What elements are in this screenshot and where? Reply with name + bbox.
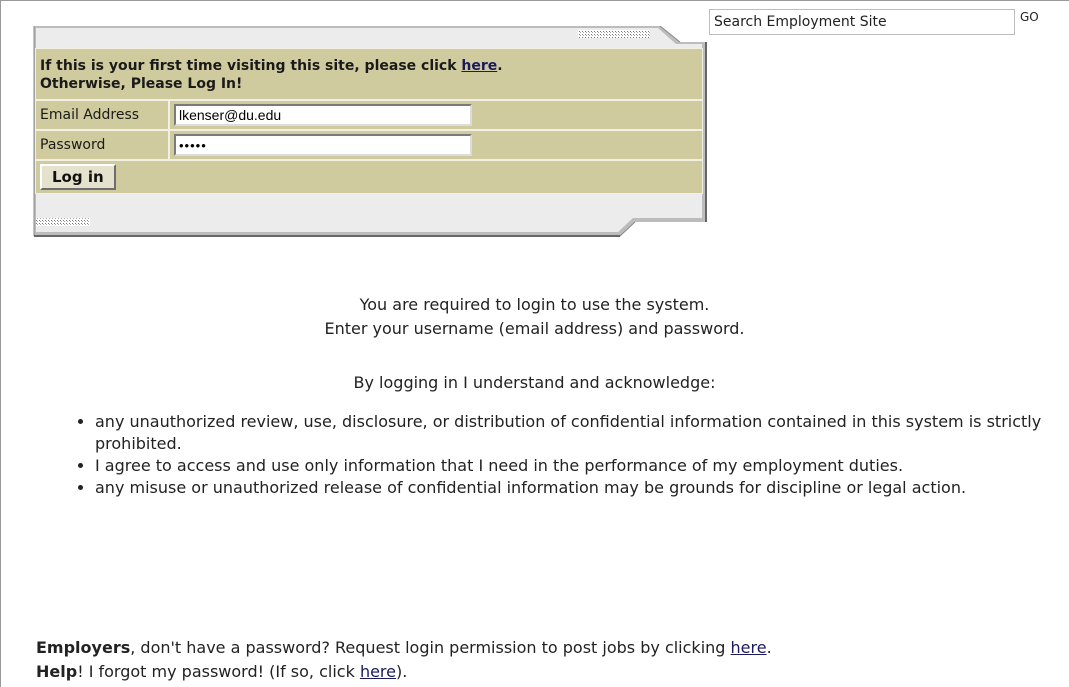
list-item: any unauthorized review, use, disclosure…: [95, 411, 1069, 455]
help-label: Help: [36, 662, 78, 681]
login-required-notice: You are required to login to use the sys…: [359, 295, 710, 314]
login-prompt: If this is your first time visiting this…: [35, 48, 703, 100]
login-form: If this is your first time visiting this…: [35, 48, 703, 194]
employers-line: Employers, don't have a password? Reques…: [36, 637, 772, 659]
login-panel: If this is your first time visiting this…: [30, 22, 708, 242]
list-item: any misuse or unauthorized release of co…: [95, 477, 1069, 499]
login-button-cell: Log in: [35, 160, 703, 194]
search-go-button[interactable]: GO: [1020, 10, 1039, 24]
email-field[interactable]: [174, 104, 472, 126]
help-end: ).: [396, 662, 408, 681]
login-button[interactable]: Log in: [40, 164, 116, 190]
acknowledge-heading: By logging in I understand and acknowled…: [353, 373, 716, 392]
email-field-cell: [169, 100, 703, 130]
first-visit-link[interactable]: here: [461, 58, 497, 74]
page-border-top: [0, 0, 1069, 1]
help-text: ! I forgot my password! (If so, click: [77, 662, 360, 681]
password-field[interactable]: [174, 134, 472, 156]
employers-end: .: [766, 638, 772, 657]
password-label: Password: [35, 130, 169, 160]
page-border-left: [0, 0, 1, 687]
forgot-password-link[interactable]: here: [360, 662, 396, 681]
employers-text: , don't have a password? Request login p…: [130, 638, 731, 657]
list-item: I agree to access and use only informati…: [95, 455, 1069, 477]
search-input[interactable]: [709, 9, 1015, 35]
acknowledgement-list: any unauthorized review, use, disclosure…: [57, 411, 1069, 499]
login-prompt-period: .: [497, 58, 503, 74]
login-prompt-line2: Otherwise, Please Log In!: [40, 76, 243, 92]
employers-request-link[interactable]: here: [731, 638, 767, 657]
employers-label: Employers: [36, 638, 131, 657]
email-label: Email Address: [35, 100, 169, 130]
password-field-cell: [169, 130, 703, 160]
login-prompt-text: If this is your first time visiting this…: [40, 58, 462, 74]
help-line: Help! I forgot my password! (If so, clic…: [36, 661, 407, 683]
login-instructions: Enter your username (email address) and …: [324, 319, 745, 338]
